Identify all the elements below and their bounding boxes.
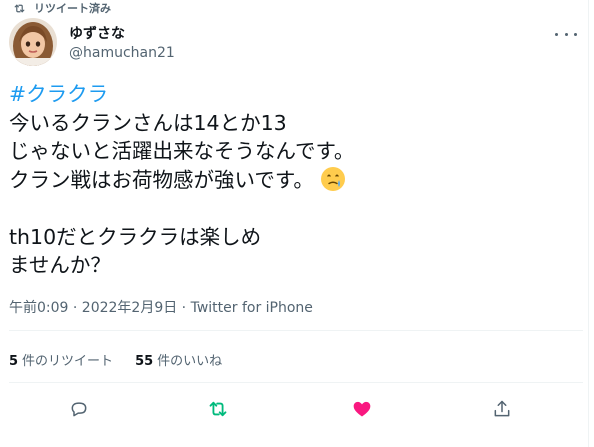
likes-count: 55 bbox=[135, 354, 154, 369]
share-icon[interactable] bbox=[491, 398, 513, 420]
tweet-timestamp[interactable]: 午前0:09 · 2022年2月9日 · Twitter for iPhone bbox=[9, 297, 313, 317]
retweets-stat[interactable]: 5 件のリツイート bbox=[9, 350, 113, 369]
retweets-label: 件のリツイート bbox=[22, 354, 114, 369]
avatar[interactable] bbox=[9, 18, 57, 66]
tweet-text-part1: 今いるクランさんは14とか13 じゃないと活躍出来なそうなんです。 クラン戦はお… bbox=[9, 110, 355, 192]
tweet-text: #クラクラ 今いるクランさんは14とか13 じゃないと活躍出来なそうなんです。 … bbox=[9, 80, 569, 280]
tweet-stats: 5 件のリツイート 55 件のいいね bbox=[9, 350, 222, 369]
retweet-small-icon bbox=[14, 4, 25, 12]
likes-stat[interactable]: 55 件のいいね bbox=[135, 350, 222, 369]
more-options-icon[interactable] bbox=[555, 28, 577, 40]
retweet-context-label: リツイート済み bbox=[34, 2, 111, 15]
divider bbox=[9, 382, 583, 383]
tweet-text-part2: th10だとクラクラは楽しめ ませんか？ bbox=[9, 224, 262, 278]
likes-label: 件のいいね bbox=[157, 354, 223, 369]
author-handle[interactable]: @hamuchan21 bbox=[69, 45, 175, 61]
face-holding-back-tears-emoji bbox=[320, 166, 345, 191]
hashtag-link[interactable]: #クラクラ bbox=[9, 82, 108, 106]
reply-icon[interactable] bbox=[68, 398, 90, 420]
timeline-border bbox=[588, 0, 589, 447]
tweet-actions bbox=[0, 398, 588, 424]
author-display-name[interactable]: ゆずさな bbox=[69, 23, 125, 43]
divider bbox=[9, 330, 583, 331]
retweets-count: 5 bbox=[9, 354, 19, 369]
heart-icon[interactable] bbox=[351, 398, 373, 420]
retweet-context: リツイート済み bbox=[13, 0, 111, 16]
retweet-icon[interactable] bbox=[207, 398, 229, 420]
